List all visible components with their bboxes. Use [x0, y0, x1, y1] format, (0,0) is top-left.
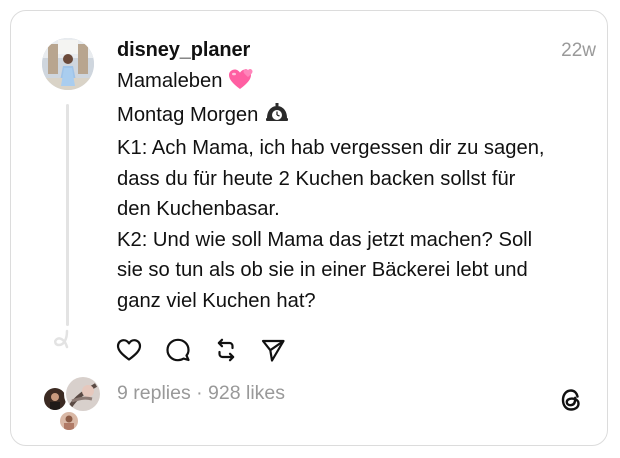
- post-line: sie so tun als ob sie in einer Bäckerei …: [117, 259, 528, 281]
- post-line: den Kuchenbasar.: [117, 198, 280, 220]
- post-body: Mamaleben Montag Morgen K1: Ach Mama, ic…: [117, 66, 597, 316]
- post-line-text: Mamaleben: [117, 70, 223, 92]
- thread-curl-icon: [54, 329, 69, 349]
- replier-avatar-image: [44, 388, 66, 410]
- share-button[interactable]: [260, 337, 286, 363]
- threads-logo-icon: [561, 389, 580, 411]
- thread-line: [66, 104, 69, 326]
- replier-avatar-image: [60, 412, 78, 430]
- replier-avatar[interactable]: [64, 375, 102, 413]
- send-icon: [261, 339, 285, 362]
- author-username[interactable]: disney_planer: [117, 39, 250, 62]
- post-line: dass du für heute 2 Kuchen backen sollst…: [117, 167, 516, 190]
- alarm-clock-icon: [264, 102, 290, 134]
- replier-avatar[interactable]: [58, 410, 80, 432]
- post-line-text: Montag Morgen: [117, 103, 259, 126]
- repost-button[interactable]: [213, 337, 239, 363]
- replier-avatar-image: [66, 377, 100, 411]
- comment-icon: [166, 338, 190, 362]
- avatar-image: [42, 38, 94, 90]
- post-line: ganz viel Kuchen hat?: [117, 289, 316, 312]
- post-line: Montag Morgen: [117, 100, 597, 134]
- like-button[interactable]: [116, 337, 142, 363]
- post-line: K2: Und wie soll Mama das jetzt machen? …: [117, 228, 533, 251]
- author-avatar[interactable]: [42, 38, 94, 90]
- heart-icon: [116, 339, 142, 361]
- reply-button[interactable]: [165, 337, 191, 363]
- post-stats[interactable]: 9 replies · 928 likes: [117, 382, 285, 405]
- post-line: K1: Ach Mama, ich hab vergessen dir zu s…: [117, 137, 545, 159]
- two-hearts-icon: [228, 68, 254, 100]
- post-line: Mamaleben: [117, 66, 597, 100]
- post-timestamp[interactable]: 22w: [561, 40, 596, 62]
- repost-icon: [217, 338, 235, 362]
